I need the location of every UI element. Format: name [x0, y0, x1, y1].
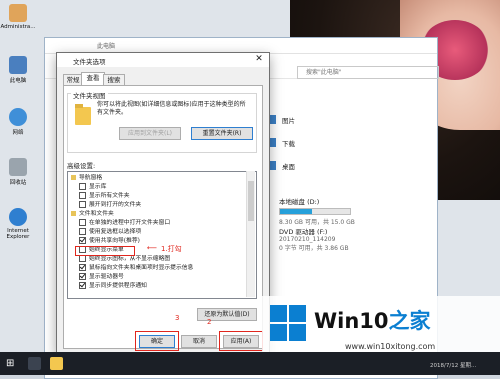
checkbox[interactable] [79, 201, 86, 208]
checkbox[interactable] [79, 192, 86, 199]
cancel-button[interactable]: 取消 [181, 335, 217, 348]
drive-name: DVD 驱动器 (F:) [279, 228, 328, 236]
setting-sync-notifications[interactable]: 显示同步提供程序通知 [79, 282, 147, 291]
setting-show-libraries[interactable]: 显示库 [79, 183, 106, 192]
tab-view[interactable]: 查看 [81, 72, 105, 86]
advanced-settings-list[interactable]: 导航窗格 显示库 显示所有文件夹 展开到打开的文件夹 文件和文件夹 在单独的进程… [67, 171, 257, 299]
settings-group-header: 导航窗格 [71, 174, 102, 183]
windows-logo-icon [270, 305, 308, 343]
settings-group-header: 文件和文件夹 [71, 210, 114, 219]
folder-view-description: 你可以将此视图(如详细信息或图标)应用于这种类型的所有文件夹。 [97, 101, 246, 116]
computer-icon [9, 56, 27, 74]
checkbox[interactable] [79, 264, 86, 271]
folder-icon [71, 211, 76, 216]
desktop-icon-label: 此电脑 [9, 78, 27, 84]
start-button[interactable]: ⊞ [6, 358, 14, 369]
checkbox[interactable] [79, 255, 86, 262]
dialog-title: 文件夹选项 [73, 58, 106, 66]
highlight-apply-button [219, 331, 263, 351]
checkbox[interactable] [79, 183, 86, 190]
network-icon [9, 108, 27, 126]
checkbox[interactable] [79, 282, 86, 289]
annotation-arrow: ⟵ [147, 244, 158, 252]
settings-scrollbar[interactable] [246, 171, 255, 297]
desktop-icon-user[interactable]: Administra... [0, 4, 38, 30]
recycle-bin-icon [9, 158, 27, 176]
setting-always-show-icons[interactable]: 始终显示图标，从不显示缩略图 [79, 255, 170, 264]
drive-extra: 0 字节 可用，共 3.86 GB [279, 245, 349, 252]
watermark-url: www.win10xitong.com [345, 342, 436, 351]
folder-options-dialog: 文件夹选项 ✕ 常规 查看 搜索 文件夹视图 你可以将此视图(如详细信息或图标)… [56, 52, 270, 354]
desktop-icon-recycle-bin[interactable]: 回收站 [0, 158, 38, 186]
highlight-always-show-menus [75, 246, 135, 256]
explorer-search-input[interactable]: 搜索"此电脑" [297, 66, 439, 79]
drive-detail: 20170210_114209 [279, 236, 336, 243]
quick-access-list: 图片 下载 桌面 [267, 108, 437, 177]
setting-expand-open-folder[interactable]: 展开到打开的文件夹 [79, 201, 141, 210]
advanced-settings-label: 高级设置: [67, 162, 96, 170]
setting-popup-description[interactable]: 鼠标指向文件夹和桌面项时显示提示信息 [79, 264, 193, 273]
taskbar: ⊞ 2018/7/12 星期... [0, 352, 500, 375]
desktop-icon-label: 回收站 [9, 180, 27, 186]
close-icon[interactable]: ✕ [251, 54, 267, 65]
checkbox[interactable] [79, 237, 86, 244]
desktop-icon-ie[interactable]: Internet Explorer [0, 208, 38, 240]
taskbar-clock[interactable]: 2018/7/12 星期... [430, 361, 476, 369]
user-folder-icon [9, 4, 27, 22]
folder-icon [71, 175, 76, 180]
desktop-icon-label: 网络 [12, 130, 24, 136]
task-view-icon[interactable] [28, 357, 41, 370]
checkbox[interactable] [79, 228, 86, 235]
dialog-titlebar: 文件夹选项 [57, 53, 269, 67]
apply-to-folders-button[interactable]: 应用到文件夹(L) [119, 127, 181, 140]
setting-show-drive-letters[interactable]: 显示驱动器号 [79, 273, 124, 282]
setting-show-all-folders[interactable]: 显示所有文件夹 [79, 192, 130, 201]
file-explorer-icon[interactable] [50, 357, 63, 370]
desktop-icon-this-pc[interactable]: 此电脑 [0, 56, 38, 84]
annotation-step3: 3 [175, 314, 180, 322]
drive-name: 本地磁盘 (D:) [279, 198, 320, 206]
internet-explorer-icon [9, 208, 27, 226]
desktop-icon-network[interactable]: 网络 [0, 108, 38, 136]
quick-access-downloads[interactable]: 下载 [267, 131, 437, 154]
setting-separate-process[interactable]: 在单独的进程中打开文件夹窗口 [79, 219, 170, 228]
checkbox[interactable] [79, 273, 86, 280]
reset-folders-button[interactable]: 重置文件夹(R) [191, 127, 253, 140]
setting-sharing-wizard[interactable]: 使用共享向导(推荐) [79, 237, 140, 246]
checkbox[interactable] [79, 219, 86, 226]
drive-f[interactable]: DVD 驱动器 (F:) 20170210_114209 0 字节 可用，共 3… [279, 226, 349, 252]
drive-d[interactable]: 本地磁盘 (D:) 8.30 GB 可用，共 15.0 GB [279, 196, 355, 226]
explorer-title: 此电脑 [97, 43, 116, 50]
annotation-step1: 1.打勾 [161, 245, 182, 253]
annotation-step2: 2 [207, 318, 212, 326]
folder-view-label: 文件夹视图 [71, 90, 108, 100]
highlight-ok-button [135, 331, 179, 351]
drive-detail: 8.30 GB 可用，共 15.0 GB [279, 219, 355, 226]
desktop-icon-label: Administra... [0, 24, 36, 30]
folder-icon [75, 104, 91, 125]
drive-usage-bar [279, 208, 351, 215]
restore-defaults-button[interactable]: 还原为默认值(D) [197, 308, 257, 321]
watermark-title: Win10之家 [314, 309, 431, 333]
desktop-icon-label: Internet Explorer [6, 228, 30, 240]
setting-use-checkboxes[interactable]: 使用复选框以选择项 [79, 228, 141, 237]
quick-access-pictures[interactable]: 图片 [267, 108, 437, 131]
quick-access-desktop[interactable]: 桌面 [267, 154, 437, 177]
